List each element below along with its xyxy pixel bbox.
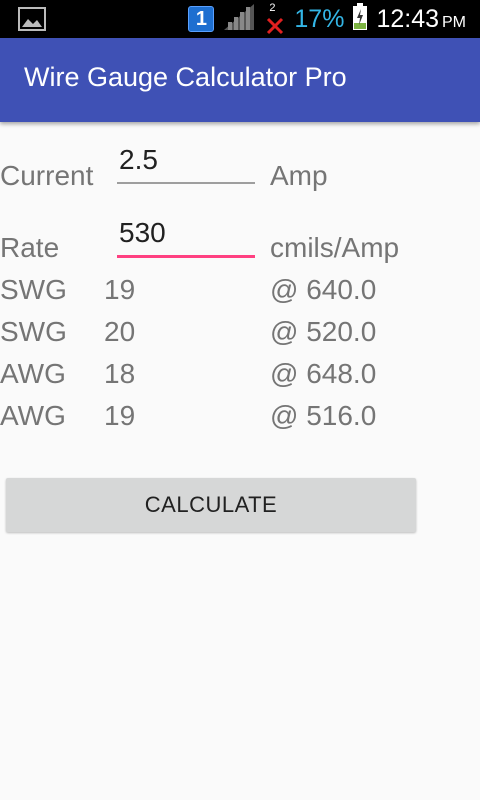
app-bar: Wire Gauge Calculator Pro (0, 38, 480, 122)
rate-input-value[interactable]: 530 (117, 217, 255, 249)
no-data-icon: 2 (264, 2, 286, 36)
rate-unit-label: cmils/Amp (270, 232, 400, 263)
result-rating: @ 516.0 (270, 400, 377, 431)
current-label: Current (0, 160, 94, 191)
battery-icon (352, 2, 368, 36)
calculate-button-label: CALCULATE (144, 492, 278, 517)
clock: 12:43 PM (376, 4, 466, 33)
status-bar: 1 2 17% 12:43 PM (0, 0, 480, 38)
result-type: AWG (0, 358, 66, 389)
result-rating: @ 520.0 (270, 316, 377, 347)
result-gauge: 19 (104, 274, 136, 305)
result-type: AWG (0, 400, 66, 431)
result-rating: @ 648.0 (270, 358, 377, 389)
result-gauge: 18 (104, 358, 136, 389)
sim-icon: 1 (188, 6, 215, 32)
current-input[interactable]: 2.5 (117, 144, 255, 184)
signal-icon (222, 2, 256, 37)
current-unit-label: Amp (270, 160, 328, 191)
result-gauge: 19 (104, 400, 136, 431)
rate-label: Rate (0, 232, 60, 263)
result-type: SWG (0, 274, 67, 305)
battery-percent: 17% (294, 4, 345, 33)
rate-input[interactable]: 530 (117, 217, 255, 258)
result-rating: @ 640.0 (270, 274, 377, 305)
current-input-value[interactable]: 2.5 (117, 144, 255, 176)
app-title: Wire Gauge Calculator Pro (24, 62, 347, 92)
calculate-button[interactable]: CALCULATE (6, 478, 416, 532)
gallery-notification-icon (18, 7, 46, 36)
result-type: SWG (0, 316, 67, 347)
result-gauge: 20 (104, 316, 136, 347)
current-input-underline (117, 182, 255, 184)
rate-input-underline (117, 255, 255, 258)
